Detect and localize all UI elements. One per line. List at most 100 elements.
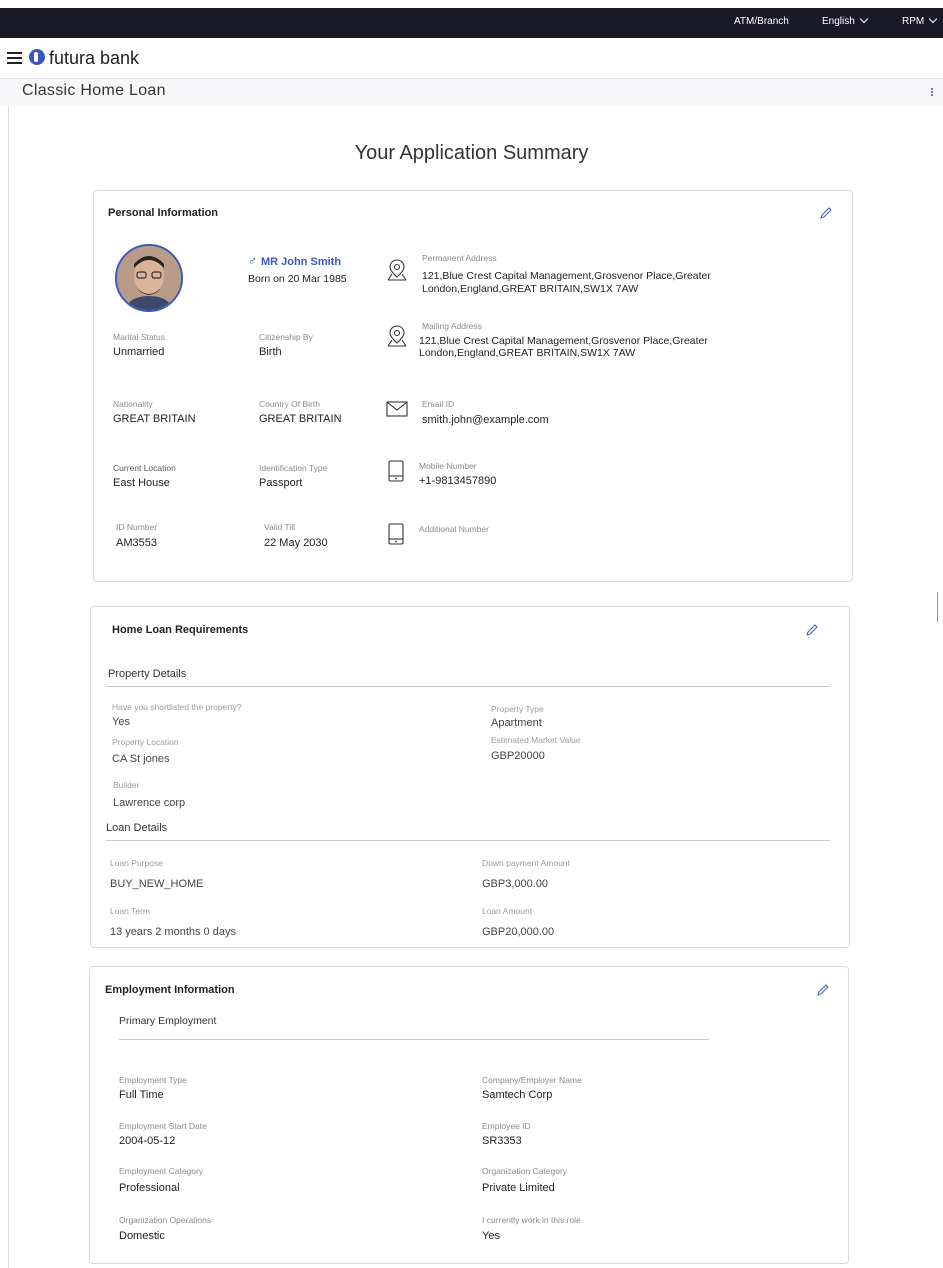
customer-name: MR John Smith [261,256,342,268]
current-role-value: Yes [482,1230,500,1242]
id-number-value: AM3553 [116,537,157,549]
shortlisted-value: Yes [112,716,130,728]
current-location-value: East House [113,477,170,489]
citizenship-label: Citizenship By [259,332,313,342]
brand-bar: futura bank [0,38,943,78]
mobile-value: +1-9813457890 [419,475,497,487]
property-location-value: CA St jones [112,753,170,765]
down-payment-value: GBP3,000.00 [482,878,549,890]
employment-type-value: Full Time [119,1089,164,1101]
edit-home-loan-icon[interactable] [805,623,819,637]
more-options-icon[interactable] [931,88,934,97]
org-category-label: Organization Category [482,1166,568,1176]
employment-start-label: Employment Start Date [119,1121,207,1131]
mobile-phone-icon [388,460,404,482]
loan-purpose-value: BUY_NEW_HOME [110,878,204,890]
email-label: Email ID [422,399,455,409]
loan-term-label: Loan Term [110,906,151,916]
location-pin-icon [387,259,407,281]
employment-type-label: Employment Type [119,1075,187,1085]
current-role-label: I currently work in this role [482,1215,581,1225]
loan-amount-value: GBP20,000.00 [482,926,555,938]
loan-details-divider [106,840,830,841]
market-value-label: Estimated Market Value [491,735,581,745]
current-location-label: Current Location [113,463,176,473]
language-select[interactable]: English [822,14,869,27]
property-details-heading: Property Details [108,668,187,680]
loan-details-heading: Loan Details [106,822,168,834]
left-divider [8,106,9,1268]
employee-id-value: SR3353 [482,1135,522,1147]
edit-personal-icon[interactable] [819,206,833,220]
user-label: RPM [902,16,925,27]
bank-logo-icon [29,49,45,65]
menu-icon[interactable] [7,52,22,64]
avatar [115,244,183,312]
additional-number-label: Additional Number [419,524,489,534]
home-loan-card [90,606,850,948]
down-payment-label: Down payment Amount [482,858,570,868]
permanent-address-label: Permanent Address [422,253,497,263]
chevron-down-icon [859,14,869,24]
edit-employment-icon[interactable] [816,983,830,997]
location-pin-icon [387,325,407,347]
atm-branch-link[interactable]: ATM/Branch [734,16,789,27]
user-menu[interactable]: RPM [902,14,938,27]
valid-till-label: Valid Till [264,522,296,532]
gender-male-icon: ♂ [248,254,257,268]
email-value: smith.john@example.com [422,414,549,426]
mailing-address-line1: 121,Blue Crest Capital Management,Grosve… [419,335,708,347]
brand-name: futura bank [49,48,140,68]
property-location-label: Property Location [112,737,179,747]
nationality-label: Nationality [113,399,153,409]
id-type-label: Identification Type [259,463,328,473]
citizenship-value: Birth [259,346,282,358]
property-details-divider [106,686,830,687]
permanent-address-line2: London,England,GREAT BRITAIN,SW1X 7AW [422,283,639,295]
primary-employment-heading: Primary Employment [119,1015,217,1027]
scrollbar-thumb[interactable] [937,592,938,622]
date-of-birth: Born on 20 Mar 1985 [248,273,347,285]
employment-title: Employment Information [105,984,235,996]
employment-category-label: Employment Category [119,1166,204,1176]
mailing-address-line2: London,England,GREAT BRITAIN,SW1X 7AW [419,347,636,359]
permanent-address-line1: 121,Blue Crest Capital Management,Grosve… [422,270,711,282]
nationality-value: GREAT BRITAIN [113,413,196,425]
primary-employment-divider [119,1039,709,1040]
mail-icon [386,401,408,417]
country-birth-label: Country Of Birth [259,399,320,409]
mailing-address-label: Mailing Address [422,321,483,331]
shortlisted-label: Have you shortlisted the property? [112,702,242,712]
employer-label: Company/Employer Name [482,1075,582,1085]
employer-value: Samtech Corp [482,1089,553,1101]
loan-term-value: 13 years 2 months 0 days [110,926,236,938]
org-category-value: Private Limited [482,1182,555,1194]
marital-status-value: Unmarried [113,346,165,358]
property-type-value: Apartment [491,717,542,729]
avatar-image [117,246,181,310]
mobile-label: Mobile Number [419,461,477,471]
home-loan-title: Home Loan Requirements [112,624,249,636]
org-operations-value: Domestic [119,1230,165,1242]
loan-amount-label: Loan Amount [482,906,533,916]
mobile-phone-icon [388,523,404,545]
personal-info-title: Personal Information [108,207,219,219]
valid-till-value: 22 May 2030 [264,537,328,549]
employee-id-label: Employee ID [482,1121,531,1131]
loan-purpose-label: Loan Purpose [110,858,163,868]
top-bar: ATM/Branch English RPM [0,8,943,38]
org-operations-label: Organization Operations [119,1215,212,1225]
employment-start-value: 2004-05-12 [119,1135,176,1147]
marital-status-label: Marital Status [113,332,165,342]
builder-label: Builder [113,780,140,790]
employment-category-value: Professional [119,1182,180,1194]
customer-name-row: ♂ MR John Smith [248,252,341,270]
id-type-value: Passport [259,477,303,489]
country-birth-value: GREAT BRITAIN [259,413,342,425]
chevron-down-icon [928,14,938,24]
page-header: Classic Home Loan [0,78,943,106]
id-number-label: ID Number [116,522,158,532]
page-title: Classic Home Loan [22,82,166,99]
language-label: English [822,16,855,27]
market-value-value: GBP20000 [491,750,545,762]
